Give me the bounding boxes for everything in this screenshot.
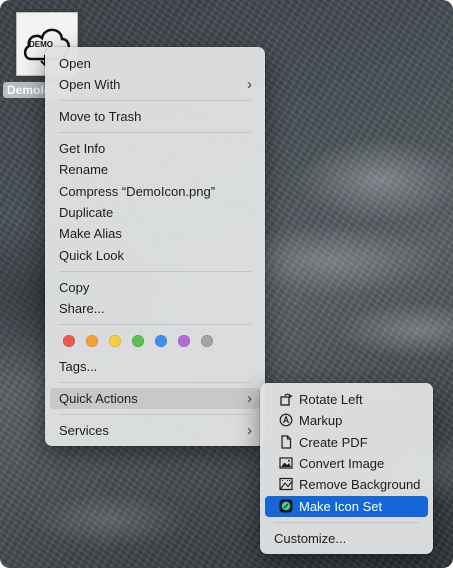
menu-separator	[59, 324, 251, 325]
menu-separator	[274, 522, 419, 523]
menu-item-label: Remove Background	[299, 477, 421, 492]
menu-item-label: Services	[59, 423, 109, 438]
rotate-left-icon	[280, 393, 293, 406]
menu-separator	[59, 414, 251, 415]
menu-item-label: Open	[59, 56, 91, 71]
menu-separator	[59, 100, 251, 101]
markup-icon	[279, 413, 293, 427]
menu-item-make-alias[interactable]: Make Alias	[50, 223, 260, 244]
menu-item-label: Make Icon Set	[299, 499, 383, 514]
menu-item-label: Tags...	[59, 359, 98, 374]
menu-item-label: Duplicate	[59, 205, 114, 220]
menu-separator	[59, 271, 251, 272]
menu-item-customize[interactable]: Customize...	[265, 528, 428, 549]
menu-item-tags[interactable]: Tags...	[50, 356, 260, 377]
menu-item-label: Compress “DemoIcon.png”	[59, 184, 216, 199]
menu-item-label: Move to Trash	[59, 109, 142, 124]
app-icon	[279, 499, 293, 513]
menu-item-markup[interactable]: Markup	[265, 410, 428, 431]
menu-item-remove-background[interactable]: Remove Background	[265, 474, 428, 495]
document-icon	[281, 435, 292, 449]
menu-item-label: Customize...	[274, 531, 347, 546]
menu-item-label: Share...	[59, 301, 105, 316]
tag-orange[interactable]	[86, 335, 98, 347]
menu-item-copy[interactable]: Copy	[50, 277, 260, 298]
menu-item-label: Rotate Left	[299, 392, 363, 407]
menu-item-duplicate[interactable]: Duplicate	[50, 202, 260, 223]
menu-item-label: Rename	[59, 162, 109, 177]
menu-item-label: Open With	[59, 77, 121, 92]
image-icon	[279, 457, 293, 469]
menu-separator	[59, 132, 251, 133]
menu-item-convert-image[interactable]: Convert Image	[265, 453, 428, 474]
menu-item-open-with[interactable]: Open With ›	[50, 74, 260, 95]
chevron-right-icon: ›	[247, 76, 252, 93]
tag-red[interactable]	[63, 335, 75, 347]
menu-item-quick-actions[interactable]: Quick Actions ›	[50, 388, 260, 409]
menu-item-share[interactable]: Share...	[50, 298, 260, 319]
menu-item-rotate-left[interactable]: Rotate Left	[265, 389, 428, 410]
tag-purple[interactable]	[178, 335, 190, 347]
menu-item-label: Get Info	[59, 141, 106, 156]
chevron-right-icon: ›	[247, 422, 252, 439]
menu-item-open[interactable]: Open	[50, 53, 260, 74]
tag-yellow[interactable]	[109, 335, 121, 347]
menu-item-label: Copy	[59, 280, 90, 295]
tag-green[interactable]	[132, 335, 144, 347]
remove-background-icon	[279, 477, 293, 491]
menu-item-label: Create PDF	[299, 435, 368, 450]
menu-item-compress[interactable]: Compress “DemoIcon.png”	[50, 181, 260, 202]
menu-item-label: Markup	[299, 413, 343, 428]
menu-item-label: Make Alias	[59, 226, 122, 241]
menu-item-get-info[interactable]: Get Info	[50, 138, 260, 159]
chevron-right-icon: ›	[247, 390, 252, 407]
menu-item-make-icon-set[interactable]: Make Icon Set	[265, 496, 428, 517]
menu-item-services[interactable]: Services ›	[50, 420, 260, 441]
menu-item-create-pdf[interactable]: Create PDF	[265, 432, 428, 453]
desktop-background: DEMO DemoIcon.png Open Open With› Move t…	[0, 0, 453, 568]
menu-item-label: Quick Actions	[59, 391, 138, 406]
tag-blue[interactable]	[155, 335, 167, 347]
menu-separator	[59, 382, 251, 383]
menu-item-move-to-trash[interactable]: Move to Trash	[50, 106, 260, 127]
menu-item-label: Convert Image	[299, 456, 385, 471]
menu-item-label: Quick Look	[59, 248, 125, 263]
context-menu: Open Open With › Move to Trash Get Info R…	[45, 47, 265, 446]
menu-item-rename[interactable]: Rename	[50, 159, 260, 180]
menu-item-quick-look[interactable]: Quick Look	[50, 245, 260, 266]
quick-actions-submenu: Rotate Left Markup Create PDF Convert Im…	[260, 383, 433, 554]
tag-gray[interactable]	[201, 335, 213, 347]
